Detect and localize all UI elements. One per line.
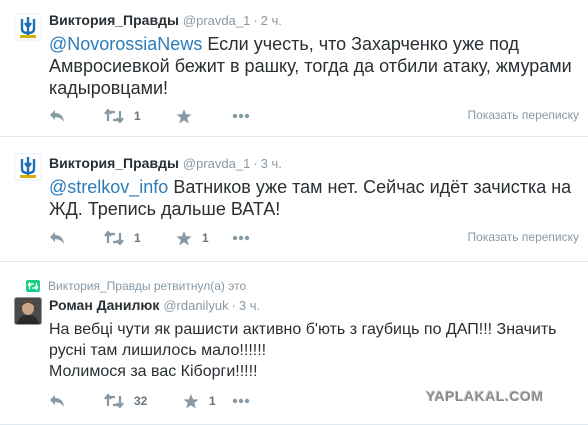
author-name[interactable]: Роман Данилюк [49,297,159,313]
reply-icon [50,232,64,244]
reply-button[interactable] [49,391,65,411]
author-handle[interactable]: @pravda_1 [183,156,250,171]
reply-button[interactable] [49,106,65,126]
more-icon [232,113,250,119]
retweet-button[interactable]: 1 [104,228,141,248]
mention-link[interactable]: @NovorossiaNews [49,34,202,54]
favorite-count: 1 [209,394,216,408]
separator-dot: · [253,13,258,28]
tweet-actions: 1 1 Показать переписку [49,228,579,248]
more-icon [232,235,250,241]
separator-dot: · [231,298,236,313]
separator-dot: · [253,156,258,171]
retweet-count: 1 [134,109,141,123]
tweet-line: На вебці чути як рашисти активно б'ють з… [49,321,557,338]
tweet[interactable]: Виктория_Правды @pravda_1 · 3 ч. @strelkov_… [0,137,588,262]
avatar-photo[interactable] [14,297,42,325]
retweet-count: 1 [134,231,141,245]
star-icon [183,393,199,408]
tweet-actions: 1 Показать переписку [49,106,579,126]
author-handle[interactable]: @pravda_1 [183,13,250,28]
favorite-button[interactable] [176,106,202,126]
retweet-context: Виктория_Правды ретвитнул(а) это [26,279,246,293]
reply-button[interactable] [49,228,65,248]
tweet-line: русні там лишилось мало!!!!!! [49,342,267,359]
tweet-text: @NovorossiaNews Если учесть, что Захарче… [49,33,584,99]
mention-link[interactable]: @strelkov_info [49,177,168,197]
more-button[interactable] [232,228,250,248]
avatar-trident[interactable] [14,13,42,41]
retweet-button[interactable]: 32 [104,391,147,411]
profile-photo [15,298,41,324]
reply-icon [50,110,64,122]
show-conversation-link[interactable]: Показать переписку [468,108,579,122]
author-name[interactable]: Виктория_Правды [49,155,179,171]
reply-icon [50,395,64,407]
show-conversation-link[interactable]: Показать переписку [468,230,579,244]
trident-icon [16,155,40,179]
favorite-count: 1 [202,231,209,245]
more-icon [232,398,250,404]
star-icon [176,108,192,123]
retweet-note[interactable]: Виктория_Правды ретвитнул(а) это [48,279,246,293]
timestamp[interactable]: 3 ч. [261,156,282,171]
favorite-button[interactable]: 1 [183,391,216,411]
retweet-count: 32 [134,394,148,408]
avatar-trident[interactable] [14,153,42,181]
more-button[interactable] [232,391,250,411]
retweet-icon [26,280,40,292]
tweet-text: На вебці чути як рашисти активно б'ють з… [49,319,584,382]
author-handle[interactable]: @rdanilyuk [163,298,228,313]
trident-icon [16,15,40,39]
retweet-icon [104,394,124,408]
star-icon [176,230,192,245]
tweet-line: Молимося за вас Кіборги!!!!! [49,363,258,380]
author-name[interactable]: Виктория_Правды [49,12,179,28]
tweet[interactable]: Виктория_Правды @pravda_1 · 2 ч. @Novorossi… [0,0,588,137]
more-button[interactable] [232,106,250,126]
favorite-button[interactable]: 1 [176,228,209,248]
site-watermark: YAPLAKAL.COM [426,388,544,404]
retweet-button[interactable]: 1 [104,106,141,126]
timestamp[interactable]: 3 ч. [239,298,260,313]
timestamp[interactable]: 2 ч. [261,13,282,28]
retweet-icon [104,109,124,123]
tweet-text: @strelkov_info Ватников уже там нет. Сей… [49,176,584,220]
retweet-icon [104,231,124,245]
